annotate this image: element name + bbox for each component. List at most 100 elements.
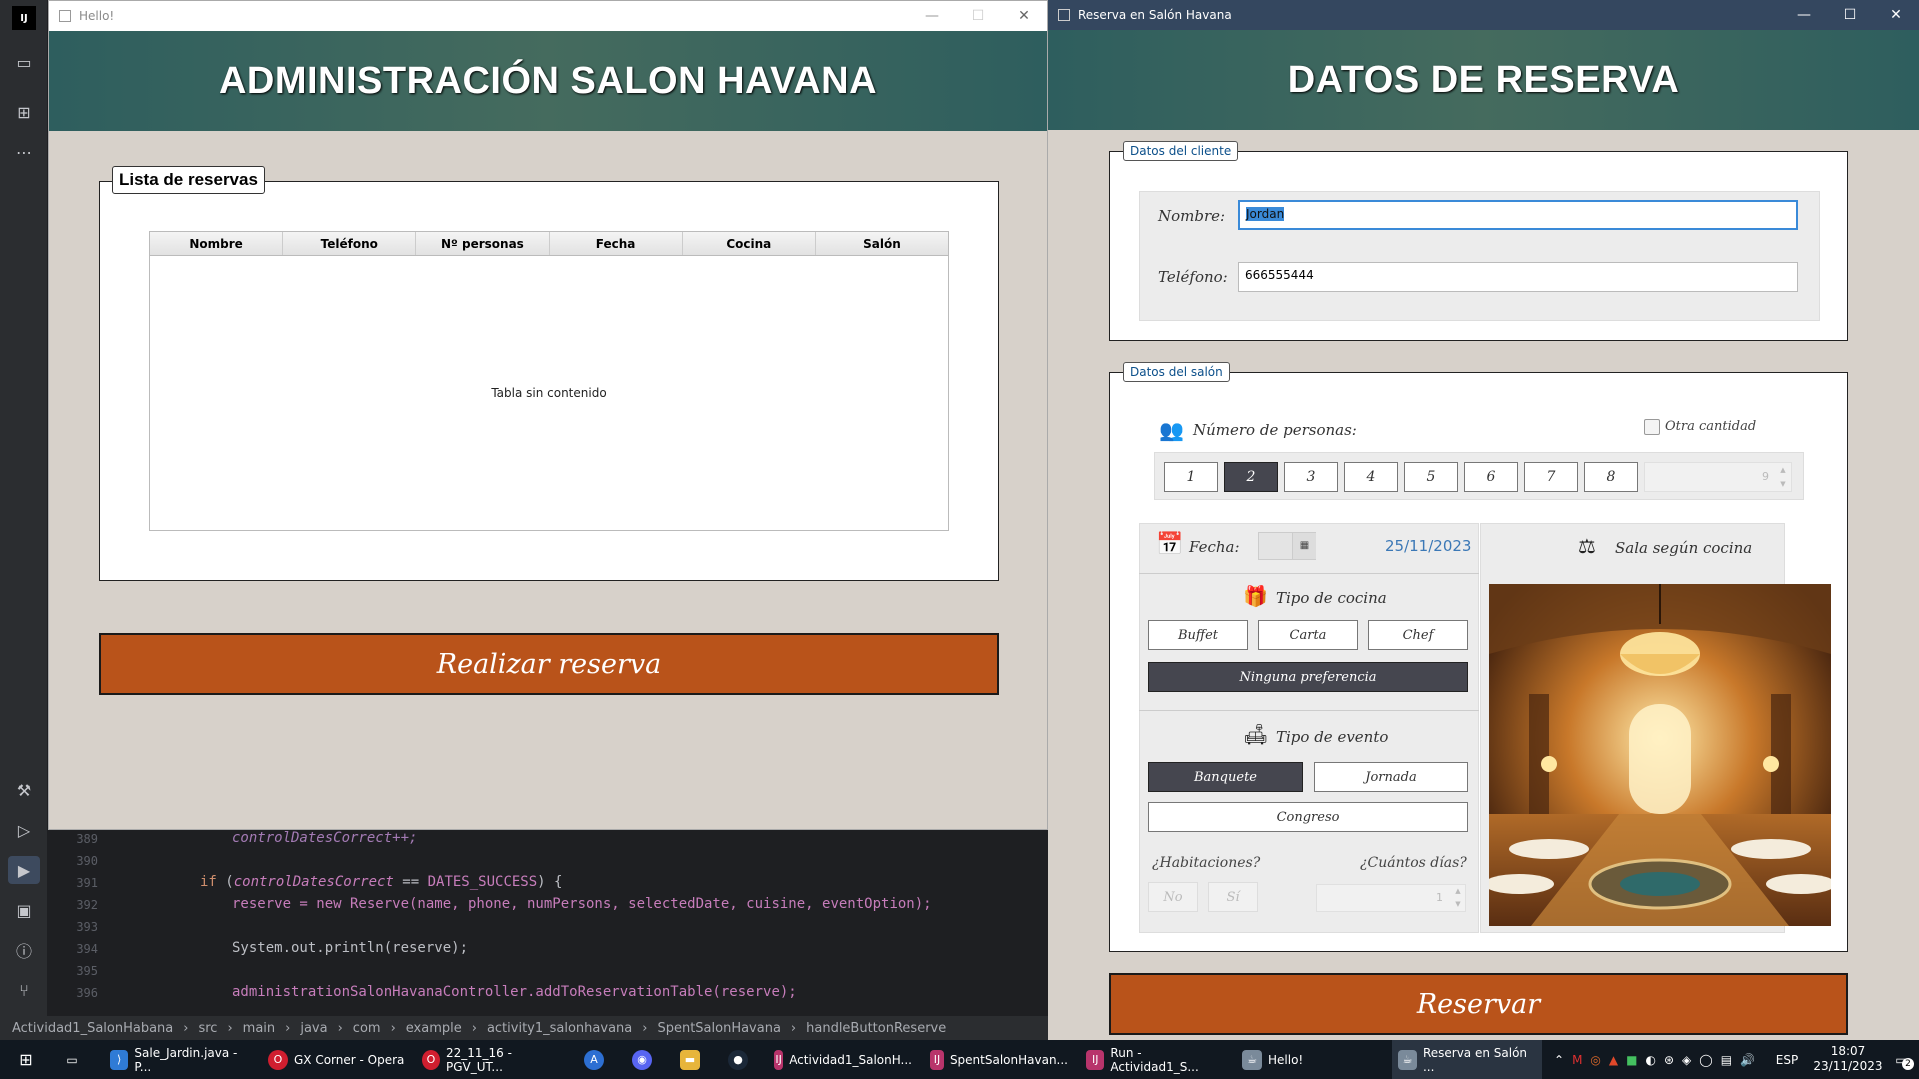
event-congreso-button[interactable]: Congreso: [1148, 802, 1468, 832]
minimize-icon[interactable]: —: [1781, 0, 1827, 30]
ide-breadcrumb: Actividad1_SalonHabana › src › main › java ›…: [0, 1016, 1048, 1040]
code-editor[interactable]: 389 controlDatesCorrect++; 390 391 if (c…: [48, 830, 1048, 1020]
persons-option-3[interactable]: 3: [1284, 462, 1338, 492]
column-header-salon[interactable]: Salón: [816, 232, 948, 255]
close-icon[interactable]: ✕: [1873, 0, 1919, 30]
code-line: administrationSalonHavanaController.addT…: [232, 984, 797, 1000]
column-header-cocina[interactable]: Cocina: [683, 232, 816, 255]
windows-icon: ⊞: [19, 1050, 33, 1069]
code-line: System.out.println(reserve);: [232, 940, 469, 956]
terminal-icon[interactable]: ▣: [8, 896, 40, 924]
cuisine-chef-button[interactable]: Chef: [1368, 620, 1468, 650]
system-tray[interactable]: ⌃ M ◎ ▲ ■ ◐ ⊛ ◈ ◯ ▤ 🔊: [1548, 1040, 1778, 1079]
breadcrumb-item[interactable]: main: [243, 1021, 275, 1036]
taskbar-item[interactable]: ⟩ Sale_Jardin.java - P...: [104, 1040, 254, 1079]
folder-icon[interactable]: ▭: [8, 48, 40, 76]
column-header-nombre[interactable]: Nombre: [150, 232, 284, 255]
taskbar-app[interactable]: ◉: [626, 1040, 658, 1079]
cuisine-carta-button[interactable]: Carta: [1258, 620, 1358, 650]
persons-spinner: 9: [1644, 462, 1792, 492]
app-icon: [1058, 9, 1070, 21]
event-title: Tipo de evento: [1276, 728, 1389, 746]
spinner-arrows-icon: ▲ ▼: [1455, 887, 1461, 908]
breadcrumb-item[interactable]: activity1_salonhavana: [487, 1021, 632, 1036]
taskbar-item[interactable]: ☕ Hello!: [1236, 1040, 1386, 1079]
volume-icon[interactable]: 🔊: [1740, 1053, 1755, 1067]
start-button[interactable]: ⊞: [8, 1040, 44, 1079]
taskbar-app[interactable]: ▬: [674, 1040, 706, 1079]
persons-option-5[interactable]: 5: [1404, 462, 1458, 492]
more-icon[interactable]: ⋯: [8, 138, 40, 166]
git-icon[interactable]: ⑂: [8, 976, 40, 1004]
event-jornada-button[interactable]: Jornada: [1314, 762, 1468, 792]
intellij-logo-icon[interactable]: IJ: [12, 6, 36, 30]
tray-app-icon[interactable]: ◯: [1699, 1053, 1712, 1067]
line-number: 392: [76, 898, 98, 912]
tray-app-icon[interactable]: ▲: [1609, 1053, 1618, 1067]
reservations-table[interactable]: Nombre Teléfono Nº personas Fecha Cocina…: [149, 231, 949, 531]
taskbar-app[interactable]: ●: [722, 1040, 754, 1079]
taskbar-item[interactable]: O GX Corner - Opera: [262, 1040, 412, 1079]
taskbar-app[interactable]: A: [578, 1040, 610, 1079]
taskbar-item[interactable]: O 22_11_16 - PGV_UT...: [416, 1040, 566, 1079]
breadcrumb-item[interactable]: handleButtonReserve: [806, 1021, 946, 1036]
persons-option-2[interactable]: 2: [1224, 462, 1278, 492]
task-view-button[interactable]: ▭: [56, 1040, 88, 1079]
column-header-fecha[interactable]: Fecha: [550, 232, 683, 255]
reserve-button[interactable]: Reservar: [1109, 973, 1848, 1035]
event-banquet-button[interactable]: Banquete: [1148, 762, 1303, 792]
close-icon[interactable]: ✕: [1001, 1, 1047, 31]
other-amount-checkbox[interactable]: [1644, 419, 1660, 435]
tray-app-icon[interactable]: M: [1572, 1053, 1582, 1067]
breadcrumb-item[interactable]: SpentSalonHavana: [657, 1021, 780, 1036]
column-header-telefono[interactable]: Teléfono: [283, 232, 417, 255]
maximize-icon[interactable]: ☐: [955, 1, 1001, 31]
notifications-button[interactable]: ▭ 2: [1886, 1040, 1916, 1079]
structure-icon[interactable]: ⊞: [8, 98, 40, 126]
language-indicator[interactable]: ESP: [1770, 1040, 1804, 1079]
opera-icon: O: [422, 1049, 440, 1070]
admin-titlebar[interactable]: Hello! — ☐ ✕: [49, 1, 1047, 31]
name-input[interactable]: Jordan: [1238, 200, 1798, 230]
phone-input[interactable]: 666555444: [1238, 262, 1798, 292]
taskbar-item[interactable]: IJ Actividad1_SalonH...: [768, 1040, 918, 1079]
tray-app-icon[interactable]: ⊛: [1664, 1053, 1674, 1067]
rooms-yes-button: Sí: [1208, 882, 1258, 912]
clock[interactable]: 18:07 23/11/2023: [1810, 1044, 1886, 1074]
tray-app-icon[interactable]: ◈: [1682, 1053, 1691, 1067]
build-icon[interactable]: ⚒: [8, 776, 40, 804]
network-icon[interactable]: ▤: [1721, 1053, 1732, 1067]
scale-icon: ⚖: [1578, 534, 1596, 558]
reserve-titlebar[interactable]: Reserva en Salón Havana — ☐ ✕: [1048, 0, 1919, 30]
breadcrumb-item[interactable]: com: [353, 1021, 381, 1036]
problems-icon[interactable]: ⓘ: [8, 936, 40, 964]
tray-app-icon[interactable]: ◎: [1590, 1053, 1600, 1067]
line-number: 390: [76, 854, 98, 868]
breadcrumb-item[interactable]: Actividad1_SalonHabana: [12, 1021, 173, 1036]
cuisine-buffet-button[interactable]: Buffet: [1148, 620, 1248, 650]
tray-app-icon[interactable]: ◐: [1645, 1053, 1655, 1067]
taskbar-item[interactable]: IJ SpentSalonHavan...: [924, 1040, 1074, 1079]
persons-option-7[interactable]: 7: [1524, 462, 1578, 492]
persons-option-1[interactable]: 1: [1164, 462, 1218, 492]
run-icon[interactable]: ▶: [8, 856, 40, 884]
persons-option-4[interactable]: 4: [1344, 462, 1398, 492]
days-spinner: 1: [1316, 884, 1466, 912]
breadcrumb-item[interactable]: example: [406, 1021, 462, 1036]
make-reservation-button[interactable]: Realizar reserva: [99, 633, 999, 695]
services-icon[interactable]: ▷: [8, 816, 40, 844]
chevron-up-icon[interactable]: ⌃: [1554, 1053, 1564, 1067]
taskbar-item-active[interactable]: ☕ Reserva en Salón ...: [1392, 1040, 1542, 1079]
maximize-icon[interactable]: ☐: [1827, 0, 1873, 30]
column-header-personas[interactable]: Nº personas: [416, 232, 550, 255]
breadcrumb-item[interactable]: java: [300, 1021, 327, 1036]
app-icon: [59, 10, 71, 22]
persons-option-8[interactable]: 8: [1584, 462, 1638, 492]
no-preference-button[interactable]: Ninguna preferencia: [1148, 662, 1468, 692]
taskbar-item[interactable]: IJ Run - Actividad1_S...: [1080, 1040, 1230, 1079]
tray-app-icon[interactable]: ■: [1626, 1053, 1637, 1067]
persons-option-6[interactable]: 6: [1464, 462, 1518, 492]
date-picker-icon[interactable]: ▦: [1292, 533, 1316, 559]
minimize-icon[interactable]: —: [909, 1, 955, 31]
breadcrumb-item[interactable]: src: [198, 1021, 217, 1036]
